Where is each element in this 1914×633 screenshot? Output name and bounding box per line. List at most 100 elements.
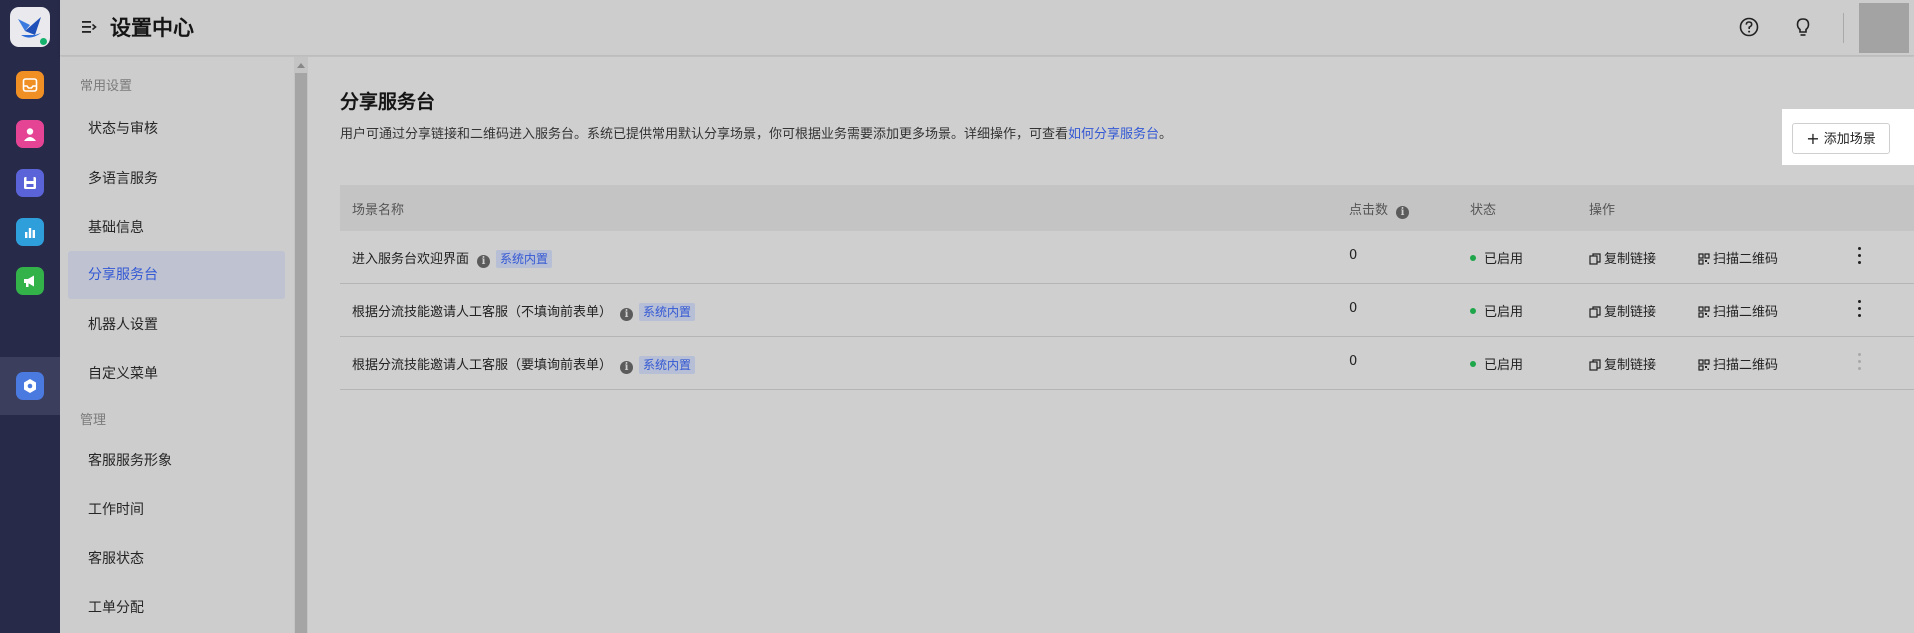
description-text: 用户可通过分享链接和二维码进入服务台。系统已提供常用默认分享场景，你可根据业务需… [340, 127, 1069, 142]
sidebar-item-agent-status[interactable]: 客服状态 [68, 535, 285, 583]
copy-link-label: 复制链接 [1604, 358, 1657, 373]
app-rail [0, 0, 60, 633]
sidebar-item-robot-settings[interactable]: 机器人设置 [68, 301, 285, 349]
builtin-badge: 系统内置 [496, 250, 553, 268]
clicks-cell: 0 [1349, 354, 1358, 369]
save-icon [24, 177, 36, 189]
qr-code-icon [1698, 306, 1710, 318]
online-status-dot [39, 37, 48, 46]
how-to-share-link[interactable]: 如何分享服务台 [1068, 127, 1159, 142]
info-icon[interactable]: i [620, 361, 634, 374]
help-icon[interactable] [1738, 16, 1760, 38]
scrollbar-thumb[interactable] [295, 73, 307, 633]
column-header-actions: 操作 [1589, 203, 1616, 218]
scene-name: 根据分流技能邀请人工客服（要填询前表单） [352, 358, 613, 373]
column-header-clicks: 点击数 i [1349, 199, 1410, 219]
rail-item-marketing[interactable] [0, 252, 60, 310]
lightbulb-icon[interactable] [1792, 16, 1814, 38]
copy-link-action[interactable]: 复制链接 [1589, 248, 1656, 267]
column-header-name: 场景名称 [352, 203, 405, 218]
sidebar-item-status-review[interactable]: 状态与审核 [68, 105, 285, 153]
copy-link-label: 复制链接 [1604, 252, 1657, 267]
info-icon[interactable]: i [1396, 206, 1410, 219]
scan-qr-action[interactable]: 扫描二维码 [1698, 248, 1778, 267]
sidebar-item-basic-info[interactable]: 基础信息 [68, 204, 285, 252]
menu-toggle-icon[interactable] [80, 18, 98, 36]
bar-chart-icon [25, 228, 35, 238]
copy-link-label: 复制链接 [1604, 305, 1657, 320]
more-actions-icon[interactable] [1857, 247, 1861, 267]
sidebar-group-management: 管理 [80, 413, 107, 428]
builtin-badge: 系统内置 [639, 303, 696, 321]
plus-icon: + [1806, 129, 1820, 148]
main-content: 分享服务台 用户可通过分享链接和二维码进入服务台。系统已提供常用默认分享场景，你… [308, 57, 1914, 633]
megaphone-icon [24, 275, 34, 287]
copy-icon [1589, 359, 1601, 371]
add-scene-button[interactable]: + 添加场景 [1792, 123, 1890, 154]
description-end: 。 [1159, 127, 1173, 142]
sidebar-item-multilanguage[interactable]: 多语言服务 [68, 155, 285, 203]
rail-item-settings[interactable] [0, 357, 60, 415]
settings-sidebar: 常用设置 状态与审核 多语言服务 基础信息 分享服务台 机器人设置 自定义菜单 … [60, 57, 294, 633]
page-header-title: 设置中心 [110, 16, 194, 40]
add-scene-highlight: + 添加场景 [1782, 109, 1914, 165]
scan-qr-action[interactable]: 扫描二维码 [1698, 301, 1778, 320]
app-logo[interactable] [10, 7, 50, 47]
clicks-cell: 0 [1349, 248, 1358, 263]
column-header-clicks-label: 点击数 [1349, 203, 1389, 218]
page-description: 用户可通过分享链接和二维码进入服务台。系统已提供常用默认分享场景，你可根据业务需… [340, 123, 1172, 142]
info-icon[interactable]: i [477, 255, 491, 268]
scene-name: 进入服务台欢迎界面 [352, 252, 470, 267]
qr-code-icon [1698, 253, 1710, 265]
more-actions-icon [1857, 353, 1861, 373]
status-label: 已启用 [1484, 305, 1524, 320]
header-divider [1843, 13, 1844, 43]
scene-name-cell: 进入服务台欢迎界面 i 系统内置 [352, 248, 553, 268]
page-title: 分享服务台 [340, 91, 436, 113]
scan-qr-action[interactable]: 扫描二维码 [1698, 354, 1778, 373]
status-dot-icon [1470, 308, 1476, 314]
sidebar-item-agent-profile[interactable]: 客服服务形象 [68, 437, 285, 485]
sidebar-scrollbar[interactable] [294, 57, 308, 633]
inbox-icon [22, 78, 38, 92]
scan-qr-label: 扫描二维码 [1713, 358, 1779, 373]
table-row: 根据分流技能邀请人工客服（要填询前表单） i 系统内置 0 已启用 复制链接 扫描二… [340, 337, 1914, 390]
scene-name-cell: 根据分流技能邀请人工客服（不填询前表单） i 系统内置 [352, 301, 696, 321]
status-cell: 已启用 [1470, 354, 1523, 373]
more-actions-icon[interactable] [1857, 300, 1861, 320]
avatar[interactable] [1859, 3, 1909, 53]
column-header-status: 状态 [1470, 203, 1497, 218]
status-cell: 已启用 [1470, 301, 1523, 320]
status-label: 已启用 [1484, 358, 1524, 373]
scene-name-cell: 根据分流技能邀请人工客服（要填询前表单） i 系统内置 [352, 354, 696, 374]
contact-icon [24, 128, 36, 141]
builtin-badge: 系统内置 [639, 356, 696, 374]
scene-name: 根据分流技能邀请人工客服（不填询前表单） [352, 305, 613, 320]
status-dot-icon [1470, 361, 1476, 367]
copy-link-action[interactable]: 复制链接 [1589, 354, 1656, 373]
clicks-cell: 0 [1349, 301, 1358, 316]
table-header: 场景名称 点击数 i 状态 操作 [340, 185, 1914, 231]
qr-code-icon [1698, 359, 1710, 371]
sidebar-item-share-desk[interactable]: 分享服务台 [68, 251, 285, 299]
table-row: 根据分流技能邀请人工客服（不填询前表单） i 系统内置 0 已启用 复制链接 扫描二… [340, 284, 1914, 337]
scan-qr-label: 扫描二维码 [1713, 252, 1779, 267]
sidebar-item-ticket-assignment[interactable]: 工单分配 [68, 584, 285, 632]
info-icon[interactable]: i [620, 308, 634, 321]
copy-icon [1589, 306, 1601, 318]
status-cell: 已启用 [1470, 248, 1523, 267]
sidebar-item-work-hours[interactable]: 工作时间 [68, 486, 285, 534]
status-label: 已启用 [1484, 252, 1524, 267]
scenes-table: 场景名称 点击数 i 状态 操作 进入服务台欢迎界面 i 系统内置 0 已启用 复制链… [340, 185, 1914, 390]
sidebar-group-common: 常用设置 [80, 79, 133, 94]
copy-icon [1589, 253, 1601, 265]
table-row: 进入服务台欢迎界面 i 系统内置 0 已启用 复制链接 扫描二维码 [340, 231, 1914, 284]
scan-qr-label: 扫描二维码 [1713, 305, 1779, 320]
settings-icon [24, 379, 36, 393]
scroll-up-arrow-icon[interactable] [297, 63, 305, 68]
top-header: 设置中心 [60, 0, 1914, 56]
sidebar-item-custom-menu[interactable]: 自定义菜单 [68, 350, 285, 398]
copy-link-action[interactable]: 复制链接 [1589, 301, 1656, 320]
status-dot-icon [1470, 255, 1476, 261]
add-scene-label: 添加场景 [1823, 132, 1876, 147]
